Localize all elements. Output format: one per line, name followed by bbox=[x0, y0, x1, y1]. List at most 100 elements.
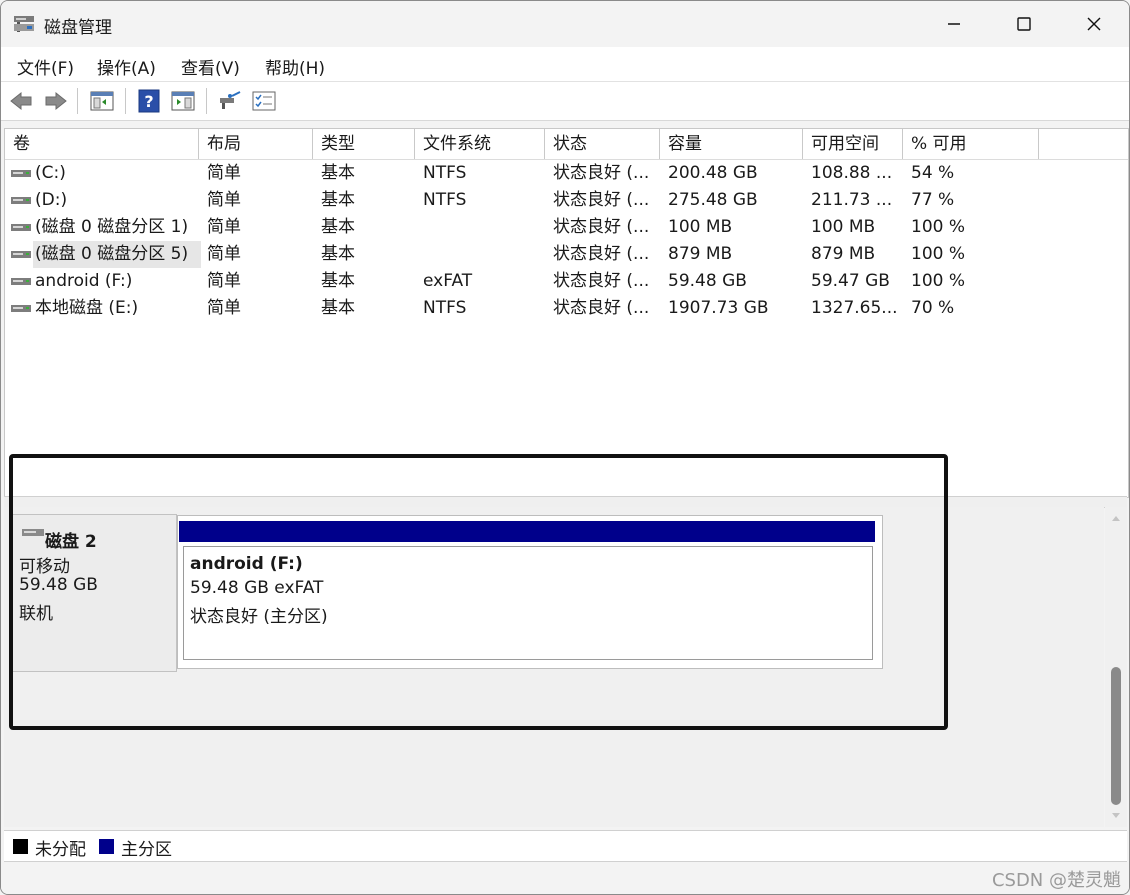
table-cell: exFAT bbox=[423, 271, 473, 291]
table-cell: (磁盘 0 磁盘分区 1) bbox=[35, 217, 189, 237]
table-cell: 879 MB bbox=[668, 244, 733, 264]
table-cell: 59.48 GB bbox=[668, 271, 747, 291]
table-cell: 基本 bbox=[321, 190, 355, 210]
toolbar-separator bbox=[77, 88, 78, 114]
table-cell: 100 % bbox=[911, 271, 966, 291]
table-row[interactable]: android (F:) 简单 基本 exFAT 状态良好 (... 59.48 GB 59… bbox=[5, 268, 1128, 295]
table-row[interactable]: (磁盘 0 磁盘分区 1) 简单 基本 状态良好 (... 100 MB 100 MB 10… bbox=[5, 214, 1128, 241]
vertical-scrollbar[interactable] bbox=[1105, 507, 1127, 827]
table-cell: 879 MB bbox=[811, 244, 876, 264]
table-cell: 211.73 ... bbox=[811, 190, 893, 210]
connect-button[interactable] bbox=[217, 88, 243, 114]
drive-icon bbox=[11, 224, 31, 231]
menu-file[interactable]: 文件(F) bbox=[17, 54, 74, 79]
menu-view[interactable]: 查看(V) bbox=[181, 54, 240, 79]
table-cell: 简单 bbox=[207, 190, 241, 210]
column-header-filesystem[interactable]: 文件系统 bbox=[415, 129, 545, 159]
console-tree-button[interactable] bbox=[170, 88, 196, 114]
toolbar: ? bbox=[1, 82, 1129, 121]
table-cell: 基本 bbox=[321, 298, 355, 318]
menu-help[interactable]: 帮助(H) bbox=[265, 54, 325, 79]
drive-icon bbox=[11, 197, 31, 204]
forward-button[interactable] bbox=[43, 88, 69, 114]
table-cell: (磁盘 0 磁盘分区 5) bbox=[33, 241, 201, 268]
table-cell: (C:) bbox=[35, 163, 66, 183]
help-button[interactable]: ? bbox=[136, 88, 162, 114]
table-cell: 状态良好 (... bbox=[553, 190, 650, 210]
unallocated-swatch bbox=[13, 839, 28, 854]
forward-icon bbox=[45, 91, 67, 111]
maximize-button[interactable] bbox=[989, 1, 1059, 47]
table-cell: NTFS bbox=[423, 298, 467, 318]
scrollbar-track bbox=[1111, 516, 1121, 818]
table-cell: (D:) bbox=[35, 190, 68, 210]
table-row[interactable]: (磁盘 0 磁盘分区 5) 简单 基本 状态良好 (... 879 MB 879 MB 10… bbox=[5, 241, 1128, 268]
volume-list: 卷 布局 类型 文件系统 状态 容量 可用空间 % 可用 (C:) 简单 基本 NTF… bbox=[4, 128, 1129, 498]
table-cell: 基本 bbox=[321, 271, 355, 291]
table-cell: 简单 bbox=[207, 217, 241, 237]
table-cell: 简单 bbox=[207, 271, 241, 291]
table-row[interactable]: 本地磁盘 (E:) 简单 基本 NTFS 状态良好 (... 1907.73 GB 1327… bbox=[5, 295, 1128, 322]
table-cell: 状态良好 (... bbox=[553, 217, 650, 237]
table-cell: 简单 bbox=[207, 244, 241, 264]
back-icon bbox=[10, 91, 32, 111]
table-cell: 1327.65... bbox=[811, 298, 898, 318]
table-cell: 100 % bbox=[911, 244, 966, 264]
table-cell: 基本 bbox=[321, 217, 355, 237]
highlight-box bbox=[9, 454, 948, 730]
checklist-button[interactable] bbox=[251, 88, 277, 114]
table-row[interactable]: (C:) 简单 基本 NTFS 状态良好 (... 200.48 GB 108.88 ...… bbox=[5, 160, 1128, 187]
checklist-icon bbox=[252, 91, 276, 111]
table-cell: 状态良好 (... bbox=[553, 271, 650, 291]
legend-unallocated: 未分配 bbox=[35, 840, 86, 860]
column-header-capacity[interactable]: 容量 bbox=[660, 129, 803, 159]
back-button[interactable] bbox=[8, 88, 34, 114]
minimize-button[interactable] bbox=[919, 1, 989, 47]
table-cell: 77 % bbox=[911, 190, 955, 210]
svg-text:?: ? bbox=[144, 92, 153, 111]
properties-button[interactable] bbox=[89, 88, 115, 114]
disk-management-window: 磁盘管理 文件(F) 操作(A) 查看(V) 帮助(H) ? 卷 布局 类型 文… bbox=[0, 0, 1130, 895]
maximize-icon bbox=[1017, 17, 1031, 31]
table-cell: android (F:) bbox=[35, 271, 133, 291]
status-bar bbox=[1, 863, 1129, 894]
disk-management-app-icon bbox=[14, 16, 34, 32]
table-cell bbox=[423, 214, 543, 241]
table-cell: 简单 bbox=[207, 163, 241, 183]
table-cell: 基本 bbox=[321, 244, 355, 264]
column-header-free-space[interactable]: 可用空间 bbox=[803, 129, 903, 159]
table-cell: 275.48 GB bbox=[668, 190, 758, 210]
console-tree-icon bbox=[171, 91, 195, 111]
drive-icon bbox=[11, 170, 31, 177]
toolbar-separator bbox=[206, 88, 207, 114]
close-button[interactable] bbox=[1059, 1, 1129, 47]
menu-action[interactable]: 操作(A) bbox=[97, 54, 156, 79]
column-header-volume[interactable]: 卷 bbox=[5, 129, 199, 159]
title-bar: 磁盘管理 bbox=[1, 1, 1129, 47]
window-title: 磁盘管理 bbox=[44, 18, 112, 38]
table-cell: 70 % bbox=[911, 298, 955, 318]
table-cell: 100 % bbox=[911, 217, 966, 237]
legend-primary-partition: 主分区 bbox=[121, 840, 172, 860]
table-row[interactable]: (D:) 简单 基本 NTFS 状态良好 (... 275.48 GB 211.73 ...… bbox=[5, 187, 1128, 214]
table-cell: 简单 bbox=[207, 298, 241, 318]
drive-icon bbox=[11, 278, 31, 285]
column-header-layout[interactable]: 布局 bbox=[199, 129, 313, 159]
legend-bar: 未分配 主分区 bbox=[4, 830, 1127, 862]
drive-icon bbox=[11, 305, 31, 312]
table-cell: 状态良好 (... bbox=[553, 298, 650, 318]
column-header-type[interactable]: 类型 bbox=[313, 129, 415, 159]
watermark-text: CSDN @楚灵魈 bbox=[991, 870, 1121, 891]
table-cell bbox=[423, 241, 543, 268]
table-cell: NTFS bbox=[423, 163, 467, 183]
table-cell: NTFS bbox=[423, 190, 467, 210]
drive-icon bbox=[11, 251, 31, 258]
primary-partition-swatch bbox=[99, 839, 114, 854]
table-cell: 本地磁盘 (E:) bbox=[35, 298, 139, 318]
table-cell: 状态良好 (... bbox=[553, 163, 650, 183]
column-header-percent-free[interactable]: % 可用 bbox=[903, 129, 1039, 159]
column-header-status[interactable]: 状态 bbox=[545, 129, 660, 159]
close-icon bbox=[1087, 17, 1101, 31]
menu-bar: 文件(F) 操作(A) 查看(V) 帮助(H) bbox=[1, 47, 1129, 82]
table-cell: 100 MB bbox=[668, 217, 733, 237]
